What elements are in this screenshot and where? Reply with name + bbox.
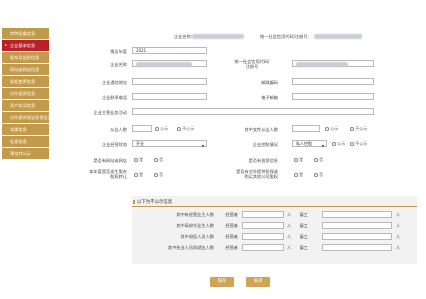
postcode-label: 邮政编码 bbox=[261, 80, 278, 85]
manager-count-field[interactable] bbox=[242, 222, 284, 229]
employee-label: 雇工 bbox=[299, 234, 308, 239]
company-name-label: 企业名称 bbox=[110, 62, 127, 67]
employee-label: 雇工 bbox=[299, 245, 308, 250]
sidebar-item[interactable]: 网站或网店信息 bbox=[2, 64, 49, 75]
holding-nonpublic-radio[interactable]: 不公示 bbox=[350, 141, 367, 147]
sidebar-item[interactable]: 股权变更信息 bbox=[2, 76, 49, 87]
nonpublic-row-label: 其中高校毕业生人数 bbox=[176, 223, 214, 228]
sidebar-item[interactable]: 企业基本信息 bbox=[2, 40, 49, 51]
holding-public-radio[interactable]: 公示 bbox=[332, 141, 345, 147]
sidebar-item[interactable]: 资产状况信息 bbox=[2, 100, 49, 111]
unit-label: 人 bbox=[287, 245, 292, 250]
equity-transfer-label: 本年度是否发生股东 股权转让 bbox=[89, 169, 127, 179]
investment-no-radio[interactable]: 否 bbox=[314, 157, 323, 163]
sidebar-item[interactable]: 特种设备信息 bbox=[2, 28, 49, 39]
address-field[interactable] bbox=[132, 78, 207, 85]
employees-label: 从业人数 bbox=[110, 127, 127, 132]
unit-label: 人 bbox=[396, 234, 401, 239]
manager-count-field[interactable] bbox=[242, 211, 284, 218]
contact-phone-field[interactable] bbox=[132, 93, 207, 100]
postcode-field[interactable] bbox=[292, 78, 374, 85]
status-label: 企业经营状态 bbox=[102, 142, 128, 147]
employee-count-field[interactable] bbox=[322, 222, 392, 229]
guarantee-label: 是否有对外提供担保或 购买其他公司股权 bbox=[236, 169, 278, 179]
unit-label: 人 bbox=[287, 212, 292, 217]
nonpublic-section: 以下为不公示信息 其中有经营业主人数 经营者人雇工人其中高校毕业生人数 经营者人雇工… bbox=[132, 196, 417, 264]
report-year-field[interactable]: 2021 bbox=[132, 47, 207, 54]
website-yes-radio[interactable]: 是 bbox=[134, 157, 143, 163]
equity-transfer-yes-radio[interactable]: 是 bbox=[134, 172, 143, 178]
credit-code-header-label: 统一社会信用代码/注册号： bbox=[260, 34, 312, 39]
female-employees-field[interactable] bbox=[292, 125, 320, 132]
unit-label: 人 bbox=[287, 234, 292, 239]
chevron-down-icon: ▼ bbox=[321, 144, 324, 148]
close-button[interactable]: 关闭 bbox=[246, 277, 270, 287]
employee-label: 雇工 bbox=[299, 212, 308, 217]
website-label: 是否有网站或网店 bbox=[93, 158, 127, 163]
company-name-redacted bbox=[192, 34, 244, 39]
employee-label: 雇工 bbox=[299, 223, 308, 228]
unit-label: 人 bbox=[396, 212, 401, 217]
unit-label: 人 bbox=[396, 223, 401, 228]
save-button[interactable]: 保存 bbox=[210, 277, 234, 287]
nonpublic-row-label: 其中有经营业主人数 bbox=[176, 212, 214, 217]
manager-count-field[interactable] bbox=[242, 244, 284, 251]
nonpublic-row-label: 其中失业人员再就业人数 bbox=[167, 245, 214, 250]
sidebar-item[interactable]: 党建信息 bbox=[2, 124, 49, 135]
credit-code-redacted bbox=[314, 34, 362, 39]
status-select[interactable]: 开业 ▼ bbox=[132, 140, 207, 148]
manager-label: 经营者 bbox=[225, 212, 238, 217]
guarantee-yes-radio[interactable]: 是 bbox=[294, 172, 303, 178]
report-year-label: 报告年度 bbox=[110, 49, 127, 54]
employee-count-field[interactable] bbox=[322, 244, 392, 251]
nonpublic-section-title: 以下为不公示信息 bbox=[132, 199, 173, 205]
holding-select[interactable]: 私人控股 ▼ bbox=[292, 140, 327, 148]
website-no-radio[interactable]: 否 bbox=[154, 157, 163, 163]
unit-label: 人 bbox=[396, 245, 401, 250]
chevron-down-icon: ▼ bbox=[201, 144, 204, 148]
business-scope-label: 企业主营业务活动 bbox=[93, 110, 127, 115]
female-employees-label: 其中女性从业人数 bbox=[244, 127, 278, 132]
manager-count-field[interactable] bbox=[242, 233, 284, 240]
contact-phone-label: 企业联系电话 bbox=[102, 95, 128, 100]
investment-yes-radio[interactable]: 是 bbox=[294, 157, 303, 163]
female-nonpublic-radio[interactable]: 不公示 bbox=[350, 126, 367, 132]
manager-label: 经营者 bbox=[225, 223, 238, 228]
employees-nonpublic-radio[interactable]: 不公示 bbox=[177, 126, 194, 132]
sidebar-item[interactable]: 对外投资信息 bbox=[2, 88, 49, 99]
credit-code-label: 统一社会信用代码/ 注册号 bbox=[234, 59, 270, 69]
sidebar-item[interactable]: 股东及出资信息 bbox=[2, 52, 49, 63]
employees-public-radio[interactable]: 公示 bbox=[155, 126, 168, 132]
manager-label: 经营者 bbox=[225, 245, 238, 250]
manager-label: 经营者 bbox=[225, 234, 238, 239]
sidebar-item[interactable]: 社保信息 bbox=[2, 136, 49, 147]
sidebar-item[interactable]: 对外提供保证担保信息 bbox=[2, 112, 49, 123]
guarantee-no-radio[interactable]: 否 bbox=[314, 172, 323, 178]
address-label: 企业通信地址 bbox=[102, 80, 128, 85]
female-public-radio[interactable]: 公示 bbox=[325, 126, 338, 132]
main-content: 企业名称： 统一社会信用代码/注册号： 报告年度 2021 企业名称 统一社会信… bbox=[52, 0, 424, 299]
nonpublic-row-label: 其中退役人员人数 bbox=[180, 234, 214, 239]
company-name-field[interactable] bbox=[132, 60, 207, 67]
sidebar-item[interactable]: 预览并公示 bbox=[2, 148, 49, 159]
company-name-value-redacted bbox=[136, 62, 192, 67]
employee-count-field[interactable] bbox=[322, 211, 392, 218]
email-field[interactable] bbox=[292, 93, 374, 100]
credit-code-field[interactable] bbox=[292, 60, 374, 67]
employees-field[interactable] bbox=[132, 125, 152, 132]
investment-label: 是否有投资信息 bbox=[248, 158, 278, 163]
email-label: 电子邮箱 bbox=[261, 95, 278, 100]
holding-label: 企业控股情况 bbox=[252, 142, 278, 147]
employee-count-field[interactable] bbox=[322, 233, 392, 240]
sidebar-nav: 特种设备信息 企业基本信息 股东及出资信息 网站或网店信息 股权变更信息 对外投资信息 资产… bbox=[2, 28, 49, 160]
section-divider bbox=[132, 206, 417, 207]
business-scope-field[interactable] bbox=[132, 108, 374, 115]
credit-code-value-redacted bbox=[296, 62, 348, 67]
equity-transfer-no-radio[interactable]: 否 bbox=[154, 172, 163, 178]
unit-label: 人 bbox=[287, 223, 292, 228]
